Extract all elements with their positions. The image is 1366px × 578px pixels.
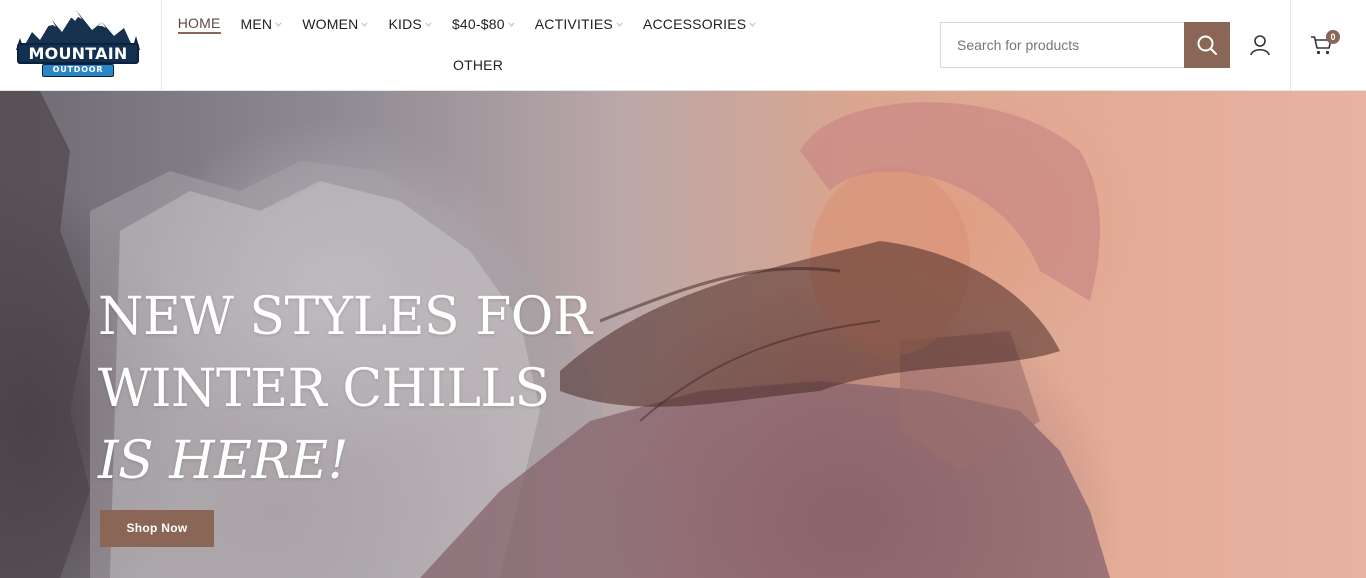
search-input[interactable] (941, 23, 1185, 67)
hero-banner: NEW STYLES FOR WINTER CHILLS IS HERE! Sh… (0, 91, 1366, 578)
nav-label: ACTIVITIES (534, 16, 613, 32)
nav-label: MEN (240, 16, 273, 32)
main-navigation: HOME MEN WOMEN KIDS $40-$80 ACTIVITIES A… (162, 0, 772, 90)
nav-label: OTHER (453, 57, 503, 73)
shop-now-button[interactable]: Shop Now (100, 510, 214, 547)
search-icon (1197, 35, 1217, 55)
nav-item-women[interactable]: WOMEN (302, 16, 368, 32)
site-header: MOUNTAIN OUTDOOR HOME MEN WOMEN KIDS $40… (0, 0, 1366, 91)
chevron-down-icon (616, 21, 623, 28)
chevron-down-icon (749, 21, 756, 28)
chevron-down-icon (425, 21, 432, 28)
hero-headline: NEW STYLES FOR WINTER CHILLS IS HERE! (98, 281, 658, 497)
mountain-outdoor-logo[interactable]: MOUNTAIN OUTDOOR (14, 6, 142, 86)
nav-label: WOMEN (302, 16, 359, 32)
nav-label: KIDS (388, 16, 422, 32)
chevron-down-icon (508, 21, 515, 28)
nav-item-home[interactable]: HOME (177, 15, 221, 34)
nav-item-accessories[interactable]: ACCESSORIES (643, 16, 756, 32)
logo-wordmark: MOUNTAIN (17, 43, 139, 64)
nav-item-activities[interactable]: ACTIVITIES (535, 16, 623, 32)
hero-line-3: IS HERE! (98, 431, 349, 491)
logo-container: MOUNTAIN OUTDOOR (0, 0, 162, 90)
user-icon (1250, 35, 1270, 56)
cart-count-badge: 0 (1326, 30, 1340, 44)
logo-tagline: OUTDOOR (42, 64, 114, 77)
nav-row-primary: HOME MEN WOMEN KIDS $40-$80 ACTIVITIES A… (162, 14, 772, 34)
search-button[interactable] (1184, 22, 1230, 68)
hero-line-1: NEW STYLES FOR (98, 287, 592, 347)
nav-row-secondary: OTHER (162, 55, 772, 75)
search-bar (940, 22, 1230, 68)
nav-item-kids[interactable]: KIDS (388, 16, 432, 32)
hero-line-2: WINTER CHILLS (98, 359, 550, 419)
account-button[interactable] (1248, 33, 1272, 57)
nav-item-price-range[interactable]: $40-$80 (452, 16, 515, 32)
nav-item-men[interactable]: MEN (241, 16, 283, 32)
header-divider (1290, 0, 1291, 90)
nav-label: $40-$80 (451, 16, 505, 32)
nav-label: HOME (177, 15, 221, 34)
chevron-down-icon (275, 21, 282, 28)
nav-item-other[interactable]: OTHER (453, 57, 503, 73)
nav-label: ACCESSORIES (642, 16, 747, 32)
chevron-down-icon (361, 21, 368, 28)
